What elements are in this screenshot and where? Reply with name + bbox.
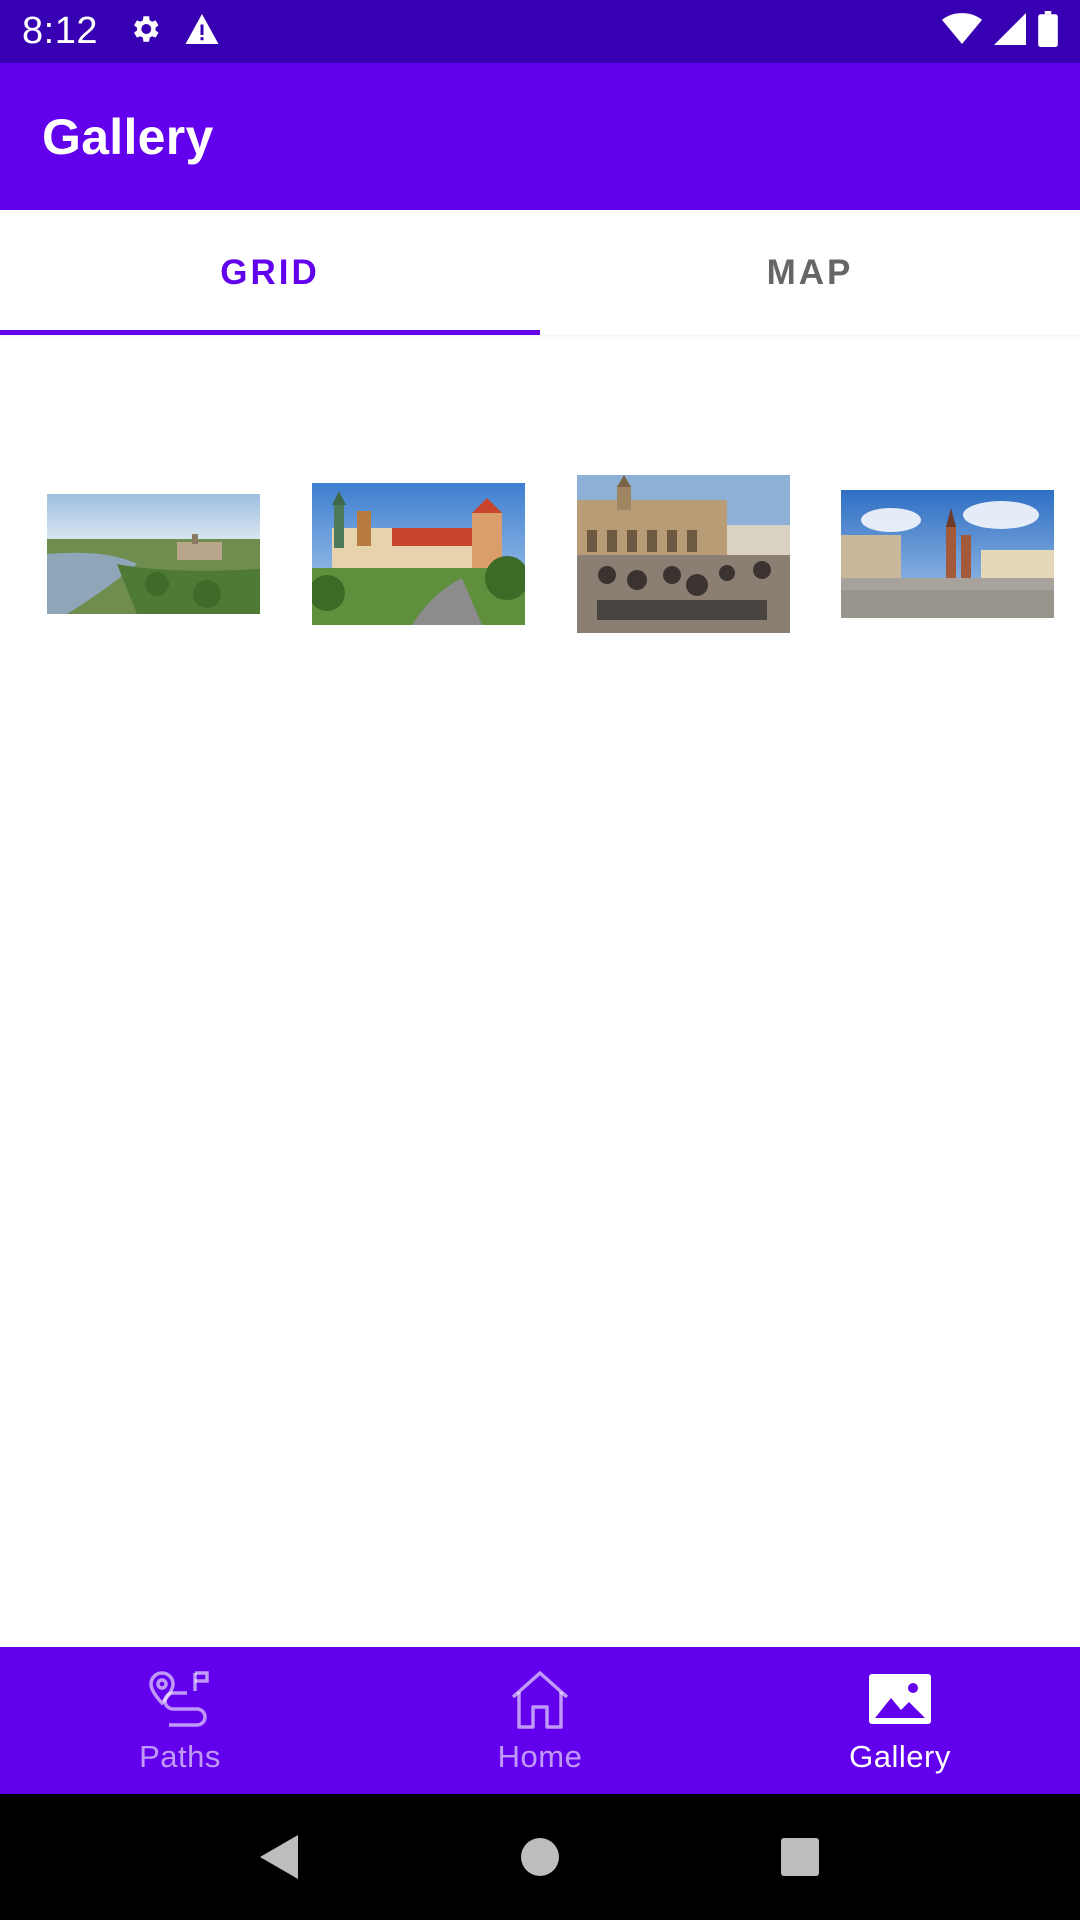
bottom-navigation: Paths Home Gallery [0,1647,1080,1794]
gear-icon [128,12,162,51]
gallery-image-market-square[interactable] [841,490,1054,618]
route-icon [145,1667,215,1733]
home-icon [505,1667,575,1733]
nav-item-home[interactable]: Home [360,1647,720,1794]
status-bar: 8:12 [0,0,1080,63]
nav-label-paths: Paths [139,1738,221,1774]
recents-icon[interactable] [770,1827,830,1887]
screen: 8:12 Gallery GRID MAP Paths Home Gallery [0,0,1080,1920]
status-time: 8:12 [22,10,98,52]
status-left-icons [128,12,220,51]
image-icon [865,1667,935,1733]
signal-icon [994,12,1026,51]
status-right-icons [942,11,1058,52]
nav-label-gallery: Gallery [849,1738,951,1774]
nav-item-gallery[interactable]: Gallery [720,1647,1080,1794]
tab-map[interactable]: MAP [540,210,1080,335]
battery-icon [1038,11,1058,52]
gallery-image-square-crowd[interactable] [577,475,790,633]
gallery-image-river-aerial[interactable] [47,494,260,614]
tab-bar: GRID MAP [0,210,1080,335]
gallery-image-castle[interactable] [312,483,525,625]
page-title: Gallery [42,108,214,165]
gallery-grid [0,450,1080,650]
back-icon[interactable] [250,1827,310,1887]
app-bar: Gallery [0,63,1080,210]
nav-item-paths[interactable]: Paths [0,1647,360,1794]
wifi-icon [942,12,982,51]
tab-grid[interactable]: GRID [0,210,540,335]
system-navigation [0,1794,1080,1920]
warning-icon [184,12,220,51]
nav-label-home: Home [497,1738,583,1774]
home-circle-icon[interactable] [510,1827,570,1887]
